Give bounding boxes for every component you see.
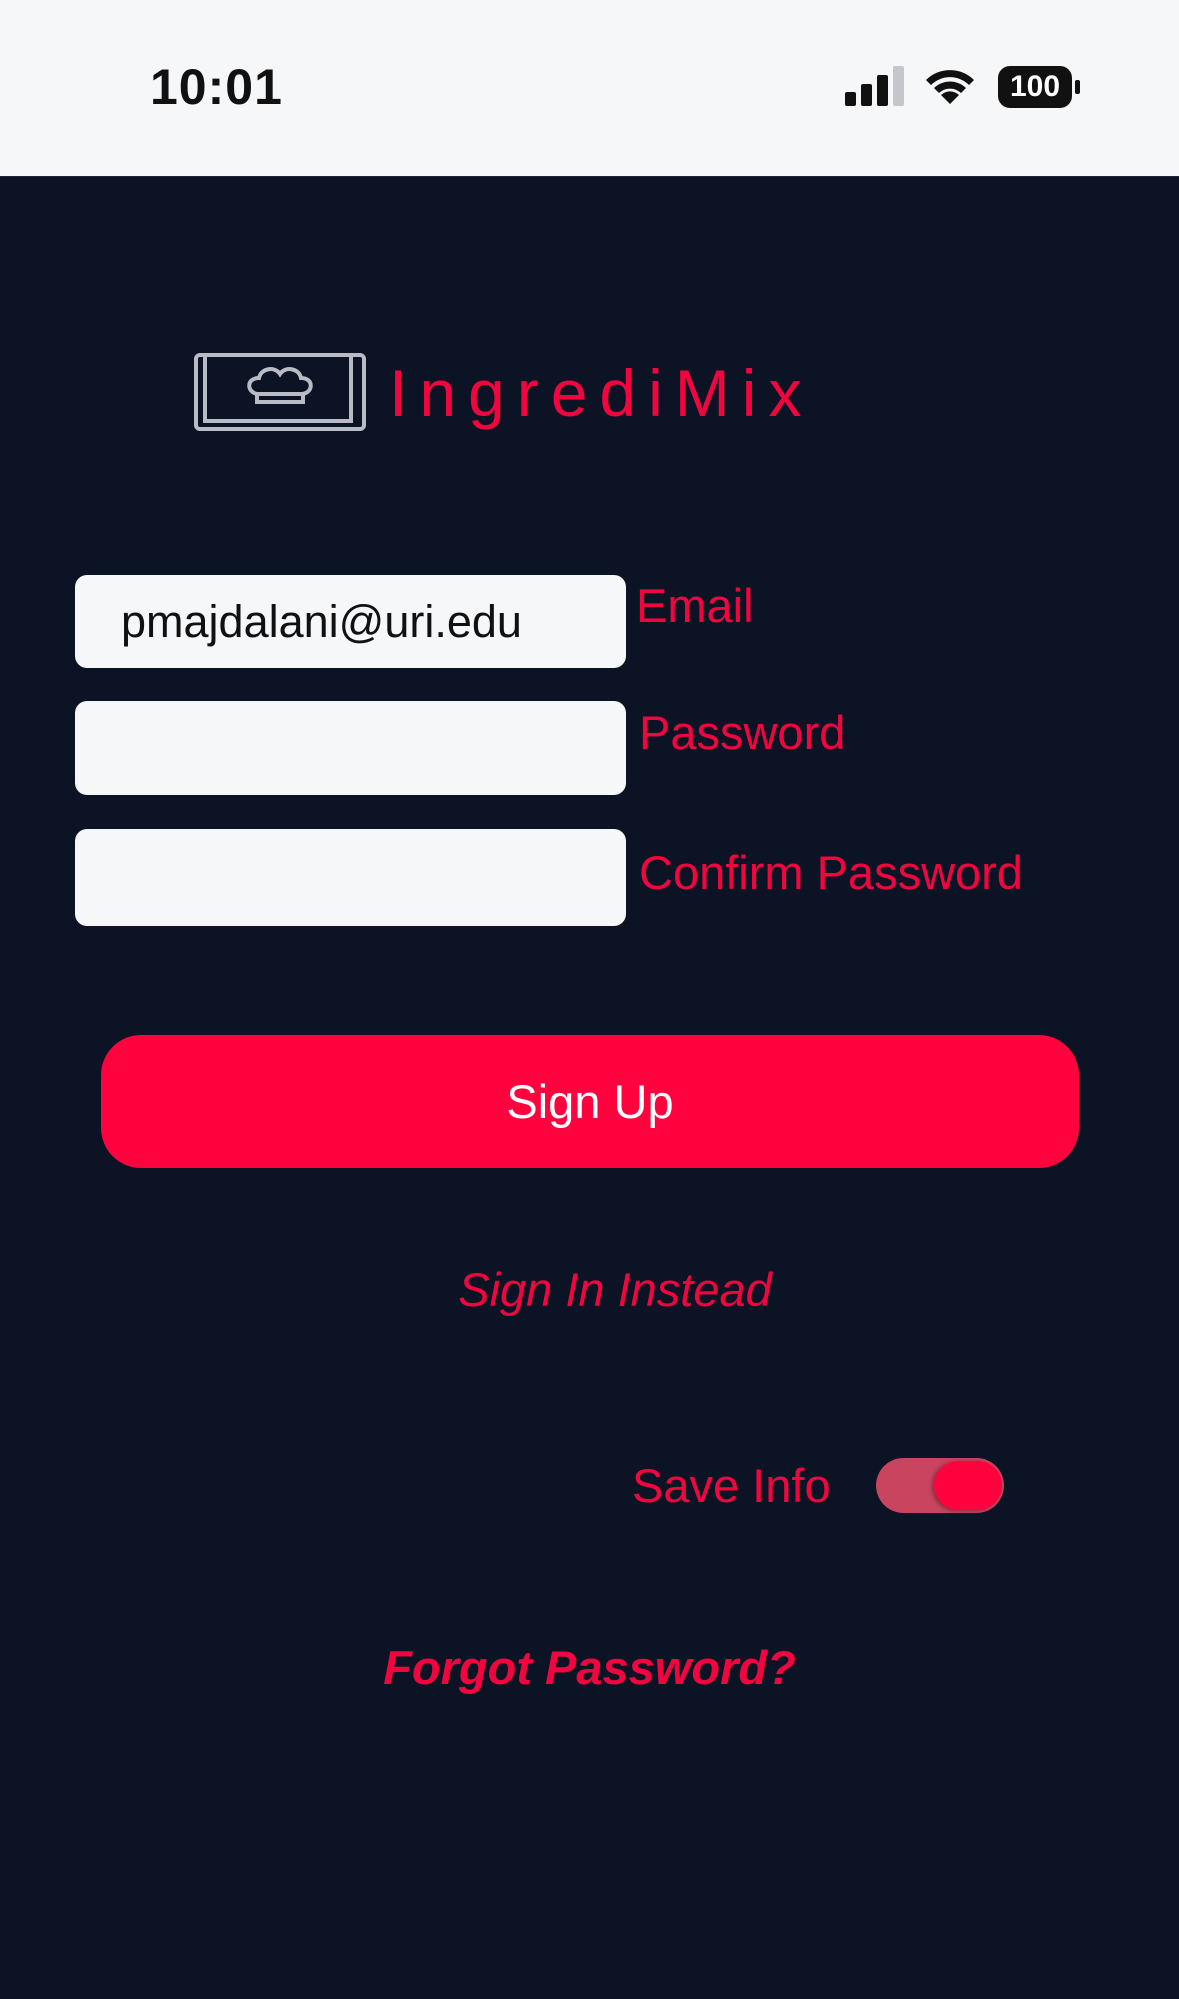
forgot-password-link[interactable]: Forgot Password? bbox=[0, 1640, 1179, 1695]
wifi-icon bbox=[926, 70, 974, 104]
battery-icon: 100 bbox=[998, 66, 1082, 108]
signal-icon bbox=[845, 66, 904, 106]
password-label: Password bbox=[639, 706, 846, 759]
save-info-toggle[interactable] bbox=[876, 1458, 1004, 1513]
toggle-knob bbox=[934, 1461, 1002, 1510]
sign-up-button[interactable]: Sign Up bbox=[101, 1035, 1079, 1168]
app-logo: IngrediMix bbox=[193, 352, 1013, 434]
password-field[interactable] bbox=[75, 701, 626, 795]
chef-book-icon bbox=[194, 353, 366, 431]
email-label: Email bbox=[636, 579, 754, 632]
battery-level: 100 bbox=[1009, 70, 1061, 103]
email-field[interactable] bbox=[75, 575, 626, 668]
status-bar: 10:01 100 bbox=[0, 0, 1179, 177]
logo-text: IngrediMix bbox=[389, 356, 814, 430]
confirm-password-field[interactable] bbox=[75, 829, 626, 926]
status-time: 10:01 bbox=[150, 59, 283, 115]
sign-in-instead-link[interactable]: Sign In Instead bbox=[0, 1262, 1179, 1317]
save-info-label: Save Info bbox=[632, 1459, 831, 1512]
confirm-password-label: Confirm Password bbox=[639, 846, 1023, 899]
